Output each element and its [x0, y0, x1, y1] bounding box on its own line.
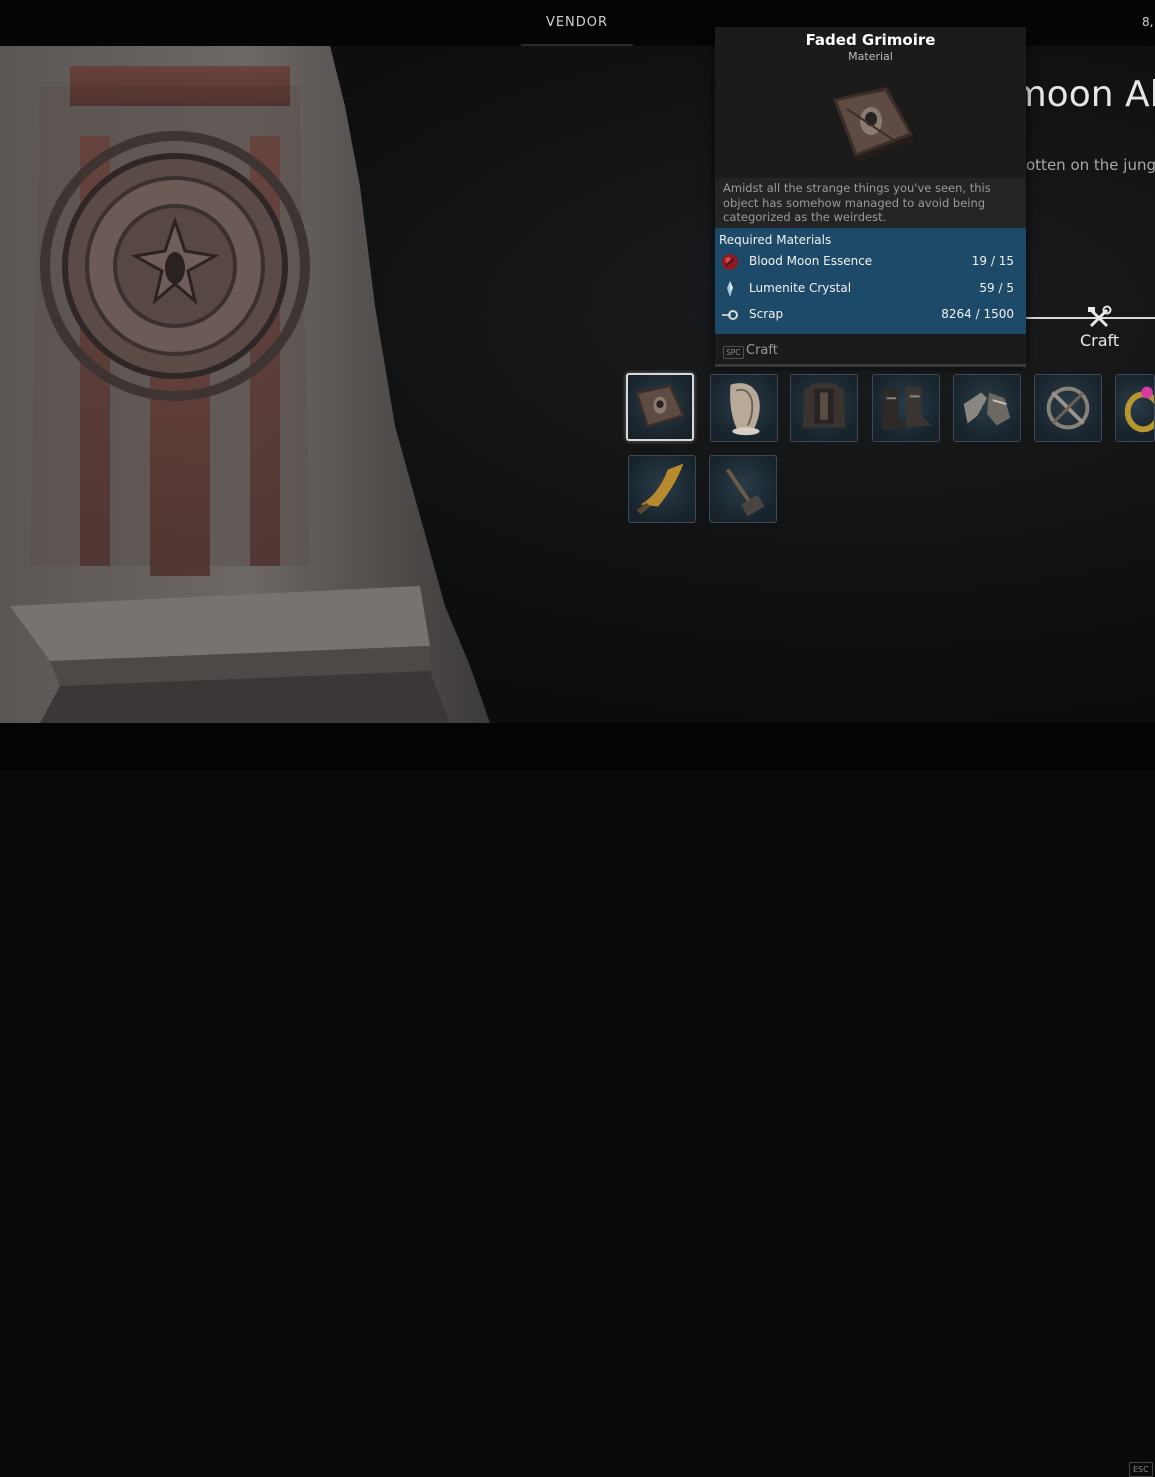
scrap-icon: [722, 310, 738, 320]
item-slot-crossed-ring-amulet[interactable]: [1034, 374, 1102, 442]
item-slot-hammer[interactable]: [709, 455, 777, 523]
item-type: Material: [848, 50, 893, 63]
item-slot-chest-armor[interactable]: [790, 374, 858, 442]
item-slot-faded-grimoire[interactable]: [626, 373, 694, 441]
item-slot-gem-ring[interactable]: [1115, 374, 1155, 442]
item-slot-feathered-helm[interactable]: [710, 374, 778, 442]
craft-action-button[interactable]: SPC Craft: [715, 334, 1026, 367]
item-name: Faded Grimoire: [805, 31, 936, 49]
chest-armor-icon: [802, 382, 846, 428]
material-name: Blood Moon Essence: [749, 254, 873, 268]
lumenite-crystal-icon: [727, 281, 733, 297]
currency-amount: 8,: [1142, 15, 1154, 29]
item-slot-gauntlets[interactable]: [953, 374, 1021, 442]
material-row: Lumenite Crystal 59 / 5: [715, 276, 1026, 302]
craft-action-label: Craft: [746, 343, 778, 358]
required-materials-panel: Required Materials Blood Moon Essence 19…: [715, 228, 1026, 334]
spacebar-key-hint: SPC: [723, 346, 744, 359]
materials-header: Required Materials: [719, 233, 832, 247]
craft-section-label[interactable]: Craft: [1080, 331, 1119, 350]
material-name: Lumenite Crystal: [749, 281, 852, 295]
gauntlets-icon: [963, 392, 1011, 426]
crossed-ring-amulet-icon: [1046, 386, 1090, 430]
item-description-box: Amidst all the strange things you've see…: [715, 178, 1026, 228]
tooltip-bottom-border: [715, 364, 1026, 367]
gem-ring-icon: [1124, 386, 1154, 433]
material-count: 8264 / 1500: [941, 307, 1014, 321]
tab-vendor[interactable]: VENDOR: [521, 0, 633, 46]
bottom-bar: ESC: [0, 723, 1155, 1477]
boots-icon: [882, 386, 932, 430]
material-count: 19 / 15: [971, 254, 1014, 268]
item-slot-curved-blade[interactable]: [628, 455, 696, 523]
crossed-tools-icon: [1088, 305, 1112, 328]
material-row: Scrap 8264 / 1500: [715, 302, 1026, 328]
blood-moon-essence-icon: [722, 254, 738, 270]
hammer-icon: [725, 468, 765, 517]
esc-key-hint[interactable]: ESC: [1129, 1462, 1153, 1477]
item-slot-boots[interactable]: [872, 374, 940, 442]
faded-grimoire-icon: [833, 87, 913, 163]
material-count: 59 / 5: [979, 281, 1014, 295]
item-tooltip: Faded Grimoire Material Amidst all the s…: [715, 27, 1026, 367]
item-description: Amidst all the strange things you've see…: [723, 181, 991, 224]
curved-blade-icon: [636, 463, 684, 515]
material-name: Scrap: [749, 307, 784, 321]
bloodmoon-altar-image: [0, 46, 490, 723]
material-row: Blood Moon Essence 19 / 15: [715, 249, 1026, 275]
feathered-helm-icon: [730, 383, 760, 436]
vendor-description: otten on the jungle: [1026, 156, 1155, 174]
faded-grimoire-icon: [635, 384, 685, 428]
